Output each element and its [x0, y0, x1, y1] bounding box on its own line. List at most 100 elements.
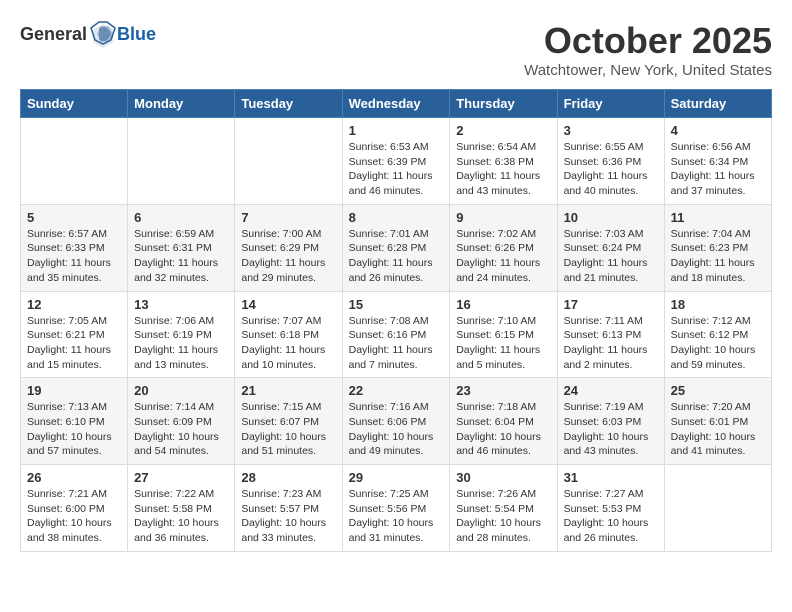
- weekday-header-monday: Monday: [128, 90, 235, 118]
- day-info: Sunrise: 7:06 AM Sunset: 6:19 PM Dayligh…: [134, 314, 228, 373]
- calendar-cell: 4 Sunrise: 6:56 AM Sunset: 6:34 PM Daylig…: [664, 118, 771, 205]
- day-number: 20: [134, 383, 228, 398]
- day-info: Sunrise: 7:20 AM Sunset: 6:01 PM Dayligh…: [671, 400, 765, 459]
- day-info: Sunrise: 7:25 AM Sunset: 5:56 PM Dayligh…: [349, 487, 444, 546]
- day-number: 3: [564, 123, 658, 138]
- day-number: 30: [456, 470, 550, 485]
- day-info: Sunrise: 7:11 AM Sunset: 6:13 PM Dayligh…: [564, 314, 658, 373]
- calendar-cell: 6Sunrise: 6:59 AM Sunset: 6:31 PM Daylig…: [128, 204, 235, 291]
- weekday-header-thursday: Thursday: [450, 90, 557, 118]
- day-info: Sunrise: 7:05 AM Sunset: 6:21 PM Dayligh…: [27, 314, 121, 373]
- title-block: October 2025 Watchtower, New York, Unite…: [524, 20, 772, 79]
- calendar-cell: 28 Sunrise: 7:23 AM Sunset: 5:57 PM Dayli…: [235, 465, 342, 552]
- day-info: Sunrise: 7:27 AM Sunset: 5:53 PM Dayligh…: [564, 487, 658, 546]
- day-info: Sunrise: 7:13 AM Sunset: 6:10 PM Dayligh…: [27, 400, 121, 459]
- calendar-cell: 21 Sunrise: 7:15 AM Sunset: 6:07 PM Dayli…: [235, 378, 342, 465]
- calendar-cell: 18Sunrise: 7:12 AM Sunset: 6:12 PM Dayli…: [664, 291, 771, 378]
- month-title: October 2025: [524, 20, 772, 62]
- day-number: 17: [564, 297, 658, 312]
- day-number: 2: [456, 123, 550, 138]
- calendar-table: SundayMondayTuesdayWednesdayThursdayFrid…: [20, 89, 772, 552]
- day-info: Sunrise: 7:04 AM Sunset: 6:23 PM Dayligh…: [671, 227, 765, 286]
- calendar-cell: 13 Sunrise: 7:06 AM Sunset: 6:19 PM Dayli…: [128, 291, 235, 378]
- day-number: 29: [349, 470, 444, 485]
- calendar-cell: [235, 118, 342, 205]
- day-number: 13: [134, 297, 228, 312]
- logo-icon: [89, 20, 117, 48]
- calendar-cell: 12 Sunrise: 7:05 AM Sunset: 6:21 PM Dayli…: [21, 291, 128, 378]
- day-info: Sunrise: 6:55 AM Sunset: 6:36 PM Dayligh…: [564, 140, 658, 199]
- day-info: Sunrise: 6:56 AM Sunset: 6:34 PM Dayligh…: [671, 140, 765, 199]
- day-number: 14: [241, 297, 335, 312]
- day-number: 11: [671, 210, 765, 225]
- calendar-cell: 3 Sunrise: 6:55 AM Sunset: 6:36 PM Daylig…: [557, 118, 664, 205]
- calendar-cell: [21, 118, 128, 205]
- calendar-cell: 2 Sunrise: 6:54 AM Sunset: 6:38 PM Daylig…: [450, 118, 557, 205]
- calendar-week-row: 1 Sunrise: 6:53 AM Sunset: 6:39 PM Daylig…: [21, 118, 772, 205]
- calendar-cell: [664, 465, 771, 552]
- logo-blue-text: Blue: [117, 24, 156, 45]
- calendar-cell: 29 Sunrise: 7:25 AM Sunset: 5:56 PM Dayli…: [342, 465, 450, 552]
- day-info: Sunrise: 7:14 AM Sunset: 6:09 PM Dayligh…: [134, 400, 228, 459]
- day-info: Sunrise: 7:15 AM Sunset: 6:07 PM Dayligh…: [241, 400, 335, 459]
- location-text: Watchtower, New York, United States: [524, 62, 772, 79]
- day-info: Sunrise: 7:01 AM Sunset: 6:28 PM Dayligh…: [349, 227, 444, 286]
- calendar-week-row: 19 Sunrise: 7:13 AM Sunset: 6:10 PM Dayli…: [21, 378, 772, 465]
- calendar-cell: 27 Sunrise: 7:22 AM Sunset: 5:58 PM Dayli…: [128, 465, 235, 552]
- day-info: Sunrise: 6:59 AM Sunset: 6:31 PM Dayligh…: [134, 227, 228, 286]
- calendar-cell: 20 Sunrise: 7:14 AM Sunset: 6:09 PM Dayli…: [128, 378, 235, 465]
- day-number: 27: [134, 470, 228, 485]
- day-number: 1: [349, 123, 444, 138]
- day-info: Sunrise: 7:19 AM Sunset: 6:03 PM Dayligh…: [564, 400, 658, 459]
- day-info: Sunrise: 7:07 AM Sunset: 6:18 PM Dayligh…: [241, 314, 335, 373]
- calendar-cell: 11 Sunrise: 7:04 AM Sunset: 6:23 PM Dayli…: [664, 204, 771, 291]
- calendar-week-row: 26 Sunrise: 7:21 AM Sunset: 6:00 PM Dayli…: [21, 465, 772, 552]
- day-info: Sunrise: 7:10 AM Sunset: 6:15 PM Dayligh…: [456, 314, 550, 373]
- day-info: Sunrise: 6:53 AM Sunset: 6:39 PM Dayligh…: [349, 140, 444, 199]
- day-number: 5: [27, 210, 121, 225]
- calendar-cell: 17 Sunrise: 7:11 AM Sunset: 6:13 PM Dayli…: [557, 291, 664, 378]
- calendar-cell: 10 Sunrise: 7:03 AM Sunset: 6:24 PM Dayli…: [557, 204, 664, 291]
- calendar-cell: 8Sunrise: 7:01 AM Sunset: 6:28 PM Daylig…: [342, 204, 450, 291]
- day-info: Sunrise: 7:21 AM Sunset: 6:00 PM Dayligh…: [27, 487, 121, 546]
- logo-general-text: General: [20, 24, 87, 45]
- day-number: 25: [671, 383, 765, 398]
- calendar-cell: 24 Sunrise: 7:19 AM Sunset: 6:03 PM Dayli…: [557, 378, 664, 465]
- day-number: 24: [564, 383, 658, 398]
- weekday-header-wednesday: Wednesday: [342, 90, 450, 118]
- calendar-cell: [128, 118, 235, 205]
- calendar-cell: 25 Sunrise: 7:20 AM Sunset: 6:01 PM Dayli…: [664, 378, 771, 465]
- day-number: 28: [241, 470, 335, 485]
- calendar-cell: 9Sunrise: 7:02 AM Sunset: 6:26 PM Daylig…: [450, 204, 557, 291]
- calendar-cell: 19 Sunrise: 7:13 AM Sunset: 6:10 PM Dayli…: [21, 378, 128, 465]
- day-info: Sunrise: 7:18 AM Sunset: 6:04 PM Dayligh…: [456, 400, 550, 459]
- weekday-header-friday: Friday: [557, 90, 664, 118]
- day-info: Sunrise: 7:00 AM Sunset: 6:29 PM Dayligh…: [241, 227, 335, 286]
- day-number: 12: [27, 297, 121, 312]
- day-number: 10: [564, 210, 658, 225]
- day-info: Sunrise: 7:02 AM Sunset: 6:26 PM Dayligh…: [456, 227, 550, 286]
- calendar-cell: 5 Sunrise: 6:57 AM Sunset: 6:33 PM Daylig…: [21, 204, 128, 291]
- day-info: Sunrise: 7:22 AM Sunset: 5:58 PM Dayligh…: [134, 487, 228, 546]
- calendar-week-row: 12 Sunrise: 7:05 AM Sunset: 6:21 PM Dayli…: [21, 291, 772, 378]
- calendar-cell: 14 Sunrise: 7:07 AM Sunset: 6:18 PM Dayli…: [235, 291, 342, 378]
- day-number: 4: [671, 123, 765, 138]
- day-number: 22: [349, 383, 444, 398]
- day-number: 26: [27, 470, 121, 485]
- day-number: 21: [241, 383, 335, 398]
- logo: General Blue: [20, 20, 156, 48]
- day-number: 31: [564, 470, 658, 485]
- day-info: Sunrise: 6:57 AM Sunset: 6:33 PM Dayligh…: [27, 227, 121, 286]
- day-info: Sunrise: 7:03 AM Sunset: 6:24 PM Dayligh…: [564, 227, 658, 286]
- day-number: 19: [27, 383, 121, 398]
- weekday-header-sunday: Sunday: [21, 90, 128, 118]
- calendar-cell: 30Sunrise: 7:26 AM Sunset: 5:54 PM Dayli…: [450, 465, 557, 552]
- day-info: Sunrise: 7:23 AM Sunset: 5:57 PM Dayligh…: [241, 487, 335, 546]
- calendar-cell: 7Sunrise: 7:00 AM Sunset: 6:29 PM Daylig…: [235, 204, 342, 291]
- calendar-cell: 22 Sunrise: 7:16 AM Sunset: 6:06 PM Dayli…: [342, 378, 450, 465]
- day-info: Sunrise: 7:16 AM Sunset: 6:06 PM Dayligh…: [349, 400, 444, 459]
- day-number: 23: [456, 383, 550, 398]
- weekday-header-tuesday: Tuesday: [235, 90, 342, 118]
- day-info: Sunrise: 7:12 AM Sunset: 6:12 PM Dayligh…: [671, 314, 765, 373]
- day-info: Sunrise: 6:54 AM Sunset: 6:38 PM Dayligh…: [456, 140, 550, 199]
